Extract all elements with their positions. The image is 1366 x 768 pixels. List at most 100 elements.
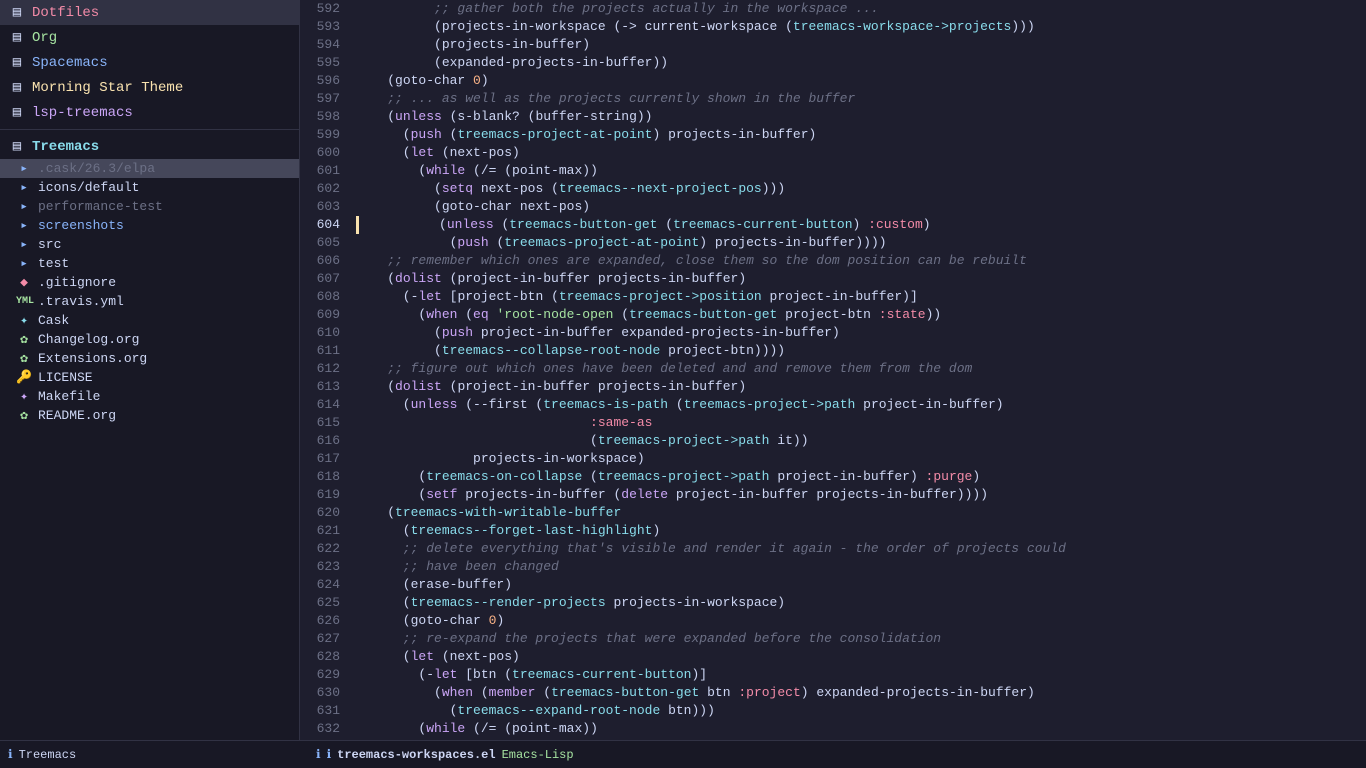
editor[interactable]: 5925935945955965975985996006016026036046… — [300, 0, 1366, 740]
file-item-src[interactable]: ▸ src — [0, 235, 299, 254]
file-label-perf: performance-test — [38, 199, 163, 214]
license-icon: 🔑 — [16, 370, 32, 385]
line-number-592: 592 — [308, 0, 340, 18]
file-item-license[interactable]: 🔑 LICENSE — [0, 368, 299, 387]
line-numbers: 5925935945955965975985996006016026036046… — [300, 0, 348, 740]
file-item-perf[interactable]: ▸ performance-test — [0, 197, 299, 216]
make-icon: ✦ — [16, 389, 32, 404]
status-right-icon2: ℹ — [327, 747, 332, 762]
line-number-595: 595 — [308, 54, 340, 72]
code-line-603: (goto-char next-pos) — [356, 198, 1358, 216]
code-line-621: (treemacs--forget-last-highlight) — [356, 522, 1358, 540]
line-number-606: 606 — [308, 252, 340, 270]
org-file-icon: ✿ — [16, 332, 32, 347]
code-line-618: (treemacs-on-collapse (treemacs-project-… — [356, 468, 1358, 486]
line-number-626: 626 — [308, 612, 340, 630]
code-line-614: (unless (--first (treemacs-is-path (tree… — [356, 396, 1358, 414]
code-line-612: ;; figure out which ones have been delet… — [356, 360, 1358, 378]
code-line-607: (dolist (project-in-buffer projects-in-b… — [356, 270, 1358, 288]
file-label-cask: Cask — [38, 313, 69, 328]
code-line-606: ;; remember which ones are expanded, clo… — [356, 252, 1358, 270]
sidebar-item-org[interactable]: ▤ Org — [0, 25, 299, 50]
git-icon: ◆ — [16, 275, 32, 290]
code-line-602: (setq next-pos (treemacs--next-project-p… — [356, 180, 1358, 198]
status-left-icon: ℹ — [8, 747, 13, 762]
file-label-travis: .travis.yml — [38, 294, 124, 309]
file-label-screenshots: screenshots — [38, 218, 124, 233]
line-number-593: 593 — [308, 18, 340, 36]
line-number-616: 616 — [308, 432, 340, 450]
code-line-613: (dolist (project-in-buffer projects-in-b… — [356, 378, 1358, 396]
file-item-changelog[interactable]: ✿ Changelog.org — [0, 330, 299, 349]
sidebar-item-dotfiles-label: Dotfiles — [32, 5, 99, 21]
line-number-630: 630 — [308, 684, 340, 702]
line-number-600: 600 — [308, 144, 340, 162]
code-line-596: (goto-char 0) — [356, 72, 1358, 90]
code-line-615: :same-as — [356, 414, 1358, 432]
line-number-599: 599 — [308, 126, 340, 144]
line-number-623: 623 — [308, 558, 340, 576]
file-label-src: src — [38, 237, 61, 252]
line-number-597: 597 — [308, 90, 340, 108]
line-number-629: 629 — [308, 666, 340, 684]
file-item-extensions[interactable]: ✿ Extensions.org — [0, 349, 299, 368]
line-number-611: 611 — [308, 342, 340, 360]
sidebar-item-dotfiles[interactable]: ▤ Dotfiles — [0, 0, 299, 25]
sidebar-item-morning-star-label: Morning Star Theme — [32, 80, 183, 96]
code-lines[interactable]: ;; gather both the projects actually in … — [348, 0, 1366, 740]
code-line-600: (let (next-pos) — [356, 144, 1358, 162]
code-line-617: projects-in-workspace) — [356, 450, 1358, 468]
line-number-619: 619 — [308, 486, 340, 504]
line-number-631: 631 — [308, 702, 340, 720]
line-number-608: 608 — [308, 288, 340, 306]
status-right: ℹ ℹ treemacs-workspaces.el Emacs-Lisp — [316, 747, 1358, 762]
code-line-611: (treemacs--collapse-root-node project-bt… — [356, 342, 1358, 360]
file-label-license: LICENSE — [38, 370, 93, 385]
lsp-treemacs-icon: ▤ — [8, 104, 26, 121]
file-item-makefile[interactable]: ✦ Makefile — [0, 387, 299, 406]
line-number-622: 622 — [308, 540, 340, 558]
code-line-610: (push project-in-buffer expanded-project… — [356, 324, 1358, 342]
sidebar-item-spacemacs-label: Spacemacs — [32, 55, 108, 71]
yaml-icon: YML — [16, 296, 32, 307]
status-mode: Emacs-Lisp — [502, 748, 574, 762]
file-item-cask[interactable]: ✦ Cask — [0, 311, 299, 330]
sidebar-item-treemacs[interactable]: ▤ Treemacs — [0, 134, 299, 159]
cask-icon: ✦ — [16, 313, 32, 328]
file-item-travis[interactable]: YML .travis.yml — [0, 292, 299, 311]
sidebar-item-morning-star[interactable]: ▤ Morning Star Theme — [0, 75, 299, 100]
line-number-610: 610 — [308, 324, 340, 342]
code-line-593: (projects-in-workspace (-> current-works… — [356, 18, 1358, 36]
file-item-gitignore[interactable]: ◆ .gitignore — [0, 273, 299, 292]
file-item-screenshots[interactable]: ▸ screenshots — [0, 216, 299, 235]
code-line-604: (unless (treemacs-button-get (treemacs-c… — [356, 216, 1358, 234]
status-bar: ℹ Treemacs ℹ ℹ treemacs-workspaces.el Em… — [0, 740, 1366, 768]
dotfiles-icon: ▤ — [8, 4, 26, 21]
code-line-599: (push (treemacs-project-at-point) projec… — [356, 126, 1358, 144]
line-number-609: 609 — [308, 306, 340, 324]
status-filename: treemacs-workspaces.el — [337, 748, 495, 762]
sidebar-item-lsp-treemacs-label: lsp-treemacs — [32, 105, 133, 121]
code-line-616: (treemacs-project->path it)) — [356, 432, 1358, 450]
code-line-629: (-let [btn (treemacs-current-button)] — [356, 666, 1358, 684]
line-number-632: 632 — [308, 720, 340, 738]
file-item-test[interactable]: ▸ test — [0, 254, 299, 273]
line-number-598: 598 — [308, 108, 340, 126]
sidebar-item-spacemacs[interactable]: ▤ Spacemacs — [0, 50, 299, 75]
sidebar-item-lsp-treemacs[interactable]: ▤ lsp-treemacs — [0, 100, 299, 125]
file-item-icons[interactable]: ▸ icons/default — [0, 178, 299, 197]
status-treemacs-label: Treemacs — [19, 748, 77, 762]
status-left: ℹ Treemacs — [8, 747, 308, 762]
file-item-readme[interactable]: ✿ README.org — [0, 406, 299, 425]
morning-star-icon: ▤ — [8, 79, 26, 96]
status-right-icon1: ℹ — [316, 747, 321, 762]
line-number-603: 603 — [308, 198, 340, 216]
code-line-625: (treemacs--render-projects projects-in-w… — [356, 594, 1358, 612]
line-number-628: 628 — [308, 648, 340, 666]
file-item-elpa[interactable]: ▸ .cask/26.3/elpa — [0, 159, 299, 178]
line-number-602: 602 — [308, 180, 340, 198]
code-line-619: (setf projects-in-buffer (delete project… — [356, 486, 1358, 504]
folder-icon: ▸ — [16, 237, 32, 252]
line-number-607: 607 — [308, 270, 340, 288]
line-number-620: 620 — [308, 504, 340, 522]
